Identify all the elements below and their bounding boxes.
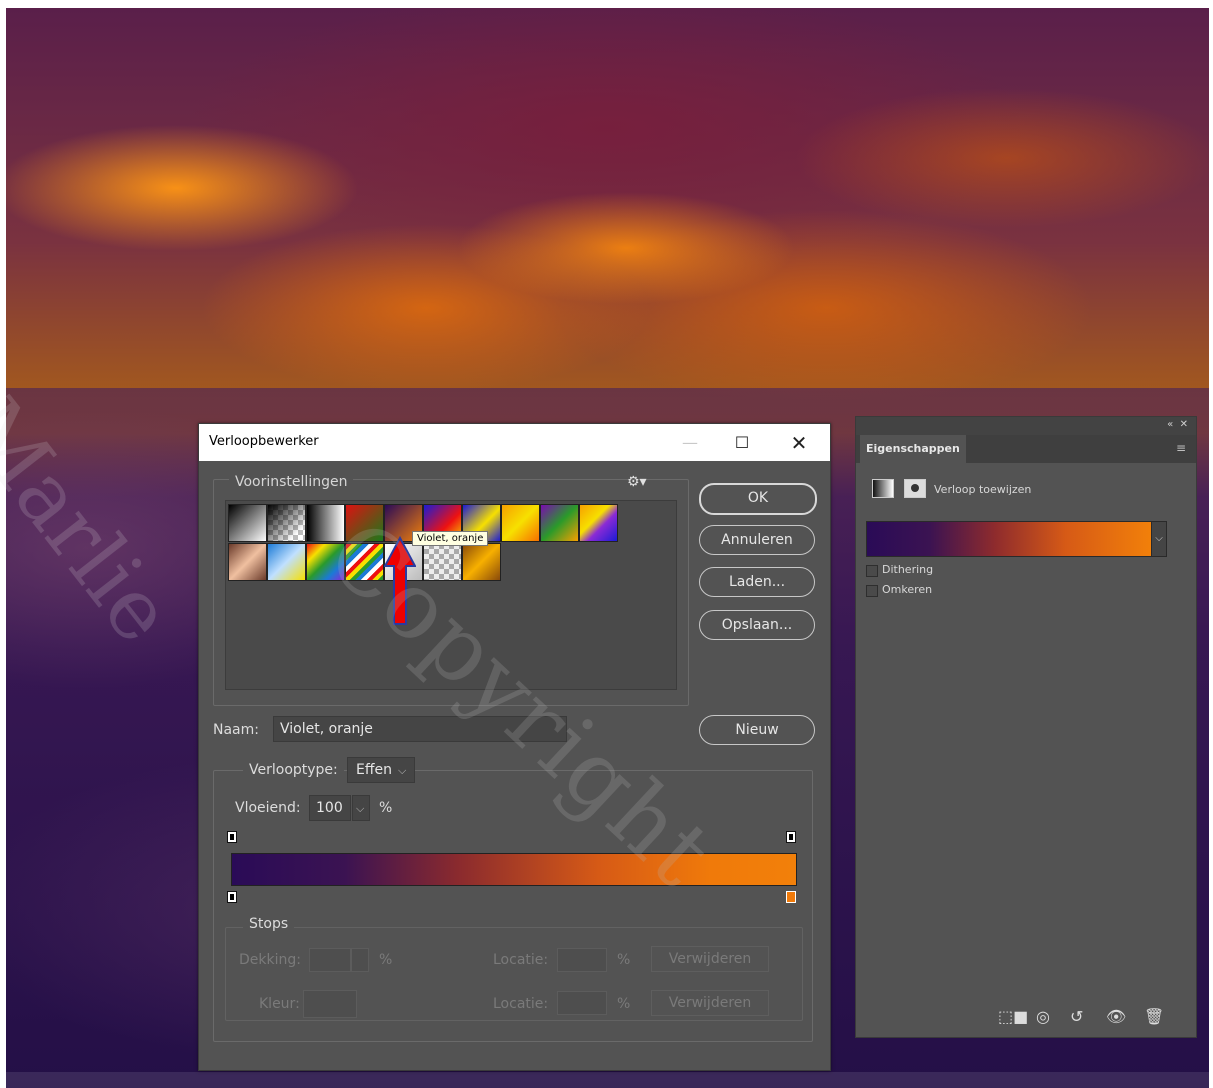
preset-swatch[interactable] — [345, 504, 384, 542]
preset-tooltip: Violet, oranje — [412, 531, 489, 546]
preset-swatch[interactable] — [579, 504, 618, 542]
dithering-checkbox[interactable] — [866, 565, 878, 577]
preset-swatch[interactable] — [267, 504, 306, 542]
tab-properties[interactable]: Eigenschappen — [860, 435, 966, 463]
color-label: Kleur: — [259, 996, 300, 1012]
opacity-delete-button[interactable]: Verwijderen — [651, 946, 769, 972]
load-button[interactable]: Laden... — [699, 567, 815, 597]
name-field[interactable]: Violet, oranje — [273, 716, 567, 742]
gradient-editor-dialog: Verloopbewerker — ☐ ✕ Voorinstellingen ⚙… — [198, 423, 831, 1071]
preset-swatch[interactable] — [423, 543, 462, 581]
preset-swatch[interactable] — [228, 543, 267, 581]
dialog-title: Verloopbewerker — [209, 434, 319, 449]
color-location-field[interactable] — [557, 991, 607, 1015]
adjustment-title: Verloop toewijzen — [934, 483, 1032, 496]
preset-swatch[interactable] — [540, 504, 579, 542]
reset-icon[interactable]: ↺ — [1070, 1007, 1083, 1026]
gradient-map-icon[interactable] — [872, 479, 894, 498]
gradient-type-label: Verlooptype: — [243, 762, 344, 778]
preset-swatch[interactable] — [306, 543, 345, 581]
name-label: Naam: — [213, 722, 259, 738]
preset-swatch[interactable] — [462, 543, 501, 581]
color-location-percent: % — [617, 996, 631, 1012]
opacity-location-field[interactable] — [557, 948, 607, 972]
gradient-map-preview[interactable] — [866, 521, 1152, 557]
smoothness-dropdown[interactable]: ⌵ — [352, 795, 370, 821]
opacity-dropdown[interactable] — [351, 948, 369, 972]
visibility-eye-icon[interactable]: 👁 — [1106, 1007, 1126, 1026]
properties-panel: « ✕ Eigenschappen ≡ Verloop toewijzen ⌵ … — [855, 416, 1197, 1038]
preset-swatch[interactable] — [501, 504, 540, 542]
chevron-down-icon: ⌵ — [356, 802, 365, 815]
trash-icon[interactable]: 🗑 — [1144, 1007, 1164, 1026]
color-delete-button[interactable]: Verwijderen — [651, 990, 769, 1016]
opacity-stop-left[interactable] — [227, 831, 237, 843]
gradient-type-value: Effen — [356, 762, 392, 778]
color-swatch-field[interactable] — [303, 990, 357, 1018]
save-button[interactable]: Opslaan... — [699, 610, 815, 640]
reverse-label: Omkeren — [882, 583, 933, 596]
opacity-location-percent: % — [617, 952, 631, 968]
red-arrow-annotation — [384, 536, 416, 625]
preset-swatch[interactable] — [228, 504, 267, 542]
clip-to-layer-icon[interactable]: ⬚■ — [998, 1007, 1028, 1026]
gradient-preview-bar[interactable] — [231, 853, 797, 886]
dithering-label: Dithering — [882, 563, 934, 576]
new-button[interactable]: Nieuw — [699, 715, 815, 745]
presets-grid — [225, 500, 677, 690]
smoothness-field[interactable]: 100 — [309, 795, 351, 821]
opacity-field[interactable] — [309, 948, 351, 972]
minimize-icon[interactable]: — — [669, 428, 711, 458]
preset-swatch[interactable] — [345, 543, 384, 581]
opacity-percent: % — [379, 952, 393, 968]
mask-icon[interactable] — [904, 479, 926, 498]
ok-button[interactable]: OK — [699, 483, 817, 515]
chevron-down-icon[interactable]: ⌵ — [1151, 521, 1167, 557]
color-stop-right[interactable] — [786, 891, 796, 903]
opacity-label: Dekking: — [239, 952, 301, 968]
opacity-stop-right[interactable] — [786, 831, 796, 843]
collapse-close-icon[interactable]: « ✕ — [1167, 419, 1188, 430]
reverse-checkbox[interactable] — [866, 585, 878, 597]
chevron-down-icon: ⌵ — [397, 764, 407, 777]
color-location-label: Locatie: — [493, 996, 549, 1012]
panel-menu-icon[interactable]: ≡ — [1176, 441, 1186, 455]
preset-swatch[interactable] — [267, 543, 306, 581]
percent-label: % — [379, 800, 393, 816]
color-stop-left[interactable] — [227, 891, 237, 903]
smoothness-label: Vloeiend: — [235, 800, 301, 816]
view-previous-icon[interactable]: ◎ — [1036, 1007, 1050, 1026]
maximize-icon[interactable]: ☐ — [721, 428, 763, 458]
preset-swatch[interactable] — [306, 504, 345, 542]
gear-icon[interactable]: ⚙▾ — [627, 474, 647, 490]
opacity-location-label: Locatie: — [493, 952, 549, 968]
cancel-button[interactable]: Annuleren — [699, 525, 815, 555]
dialog-titlebar: Verloopbewerker — ☐ ✕ — [199, 424, 830, 461]
gradient-type-select[interactable]: Effen ⌵ — [347, 757, 415, 783]
panel-header-strip: « ✕ — [856, 417, 1196, 435]
presets-label: Voorinstellingen — [229, 474, 354, 490]
stops-label: Stops — [243, 916, 295, 932]
close-icon[interactable]: ✕ — [778, 428, 820, 458]
